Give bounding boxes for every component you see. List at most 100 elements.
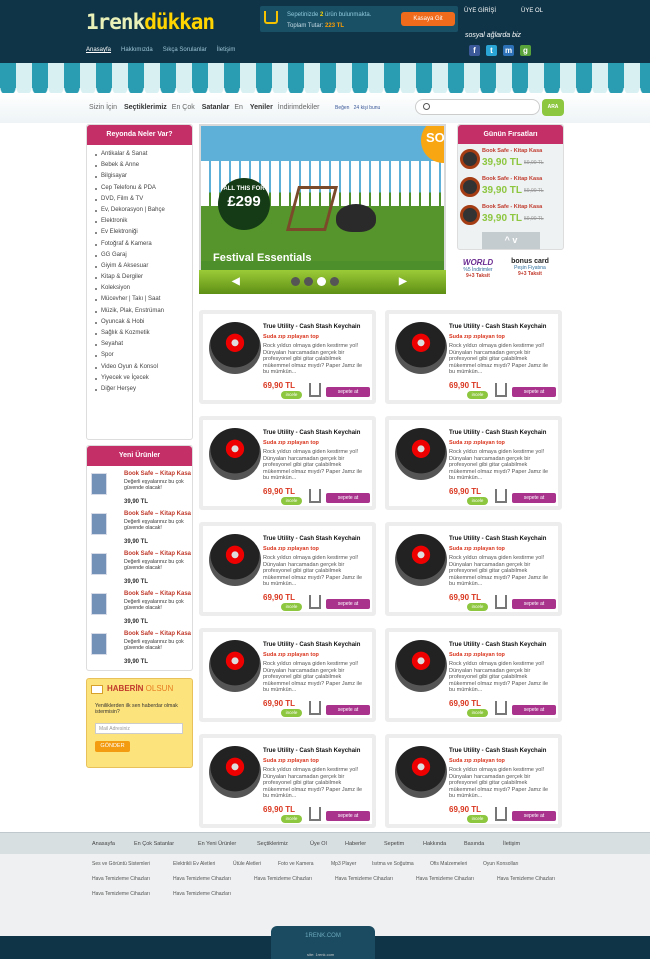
inspect-button[interactable]: incele [281,603,302,611]
cart-icon[interactable] [495,383,507,397]
footer-nav-link[interactable]: Haberler [345,841,366,847]
category-item[interactable]: Ev, Dekorasyon | Bahçe [95,205,192,216]
footer-link[interactable]: Ütüle Aletleri [233,861,261,867]
add-to-cart-button[interactable]: sepete at [326,599,370,609]
footer-link[interactable]: Oyun Konsolları [483,861,519,867]
slider-dot[interactable] [304,277,313,286]
new-product-title[interactable]: Book Safe – Kitap Kasa [124,551,191,557]
product-title[interactable]: True Utility - Cash Stash Keychain [263,536,360,542]
category-item[interactable]: Fotoğraf & Kamera [95,239,192,250]
deal-thumbnail[interactable] [460,177,480,197]
twitter-icon[interactable]: t [486,45,497,56]
category-item[interactable]: Antikalar & Sanat [95,149,192,160]
product-thumbnail[interactable] [91,553,107,575]
inspect-button[interactable]: incele [467,815,488,823]
product-image[interactable] [209,428,261,480]
sub-menu-item[interactable]: Sizin İçin Seçtiklerimiz [89,104,167,111]
new-product-title[interactable]: Book Safe – Kitap Kasa [124,511,191,517]
register-link[interactable]: ÜYE OL [521,8,543,14]
add-to-cart-button[interactable]: sepete at [326,387,370,397]
product-title[interactable]: True Utility - Cash Stash Keychain [263,324,360,330]
deal-title[interactable]: Book Safe - Kitap Kasa [482,148,542,154]
product-title[interactable]: True Utility - Cash Stash Keychain [263,430,360,436]
product-title[interactable]: True Utility - Cash Stash Keychain [263,642,360,648]
add-to-cart-button[interactable]: sepete at [512,493,556,503]
footer-nav-link[interactable]: Seçtiklerimiz [257,841,288,847]
deal-item[interactable]: Book Safe - Kitap Kasa 39,90 TL 59,90 TL [460,203,560,229]
newsletter-email-field[interactable]: Mail Adresiniz [95,723,183,734]
new-product-item[interactable]: Book Safe – Kitap Kasa Değerli eşyalarını… [91,511,195,547]
category-item[interactable]: Giyim & Aksesuar [95,261,192,272]
product-image[interactable] [395,640,447,692]
inspect-button[interactable]: incele [281,709,302,717]
category-item[interactable]: Bebek & Anne [95,160,192,171]
product-thumbnail[interactable] [91,593,107,615]
category-item[interactable]: Ev Elektroniği [95,227,192,238]
product-image[interactable] [209,746,261,798]
category-item[interactable]: Bilgisayar [95,171,192,182]
footer-link[interactable]: Ses ve Görüntü Sistemleri [92,861,150,867]
product-title[interactable]: True Utility - Cash Stash Keychain [449,536,546,542]
category-item[interactable]: GG Garaj [95,250,192,261]
sub-menu-item[interactable]: İndirimdekiler [278,104,325,111]
footer-nav-link[interactable]: En Yeni Ürünler [198,841,236,847]
add-to-cart-button[interactable]: sepete at [512,811,556,821]
category-item[interactable]: Oyuncak & Hobi [95,317,192,328]
add-to-cart-button[interactable]: sepete at [326,811,370,821]
cart-icon[interactable] [309,595,321,609]
category-item[interactable]: Elektronik [95,216,192,227]
add-to-cart-button[interactable]: sepete at [512,599,556,609]
myspace-icon[interactable]: m [503,45,514,56]
sub-menu-item[interactable]: En Yeniler [234,104,272,111]
product-image[interactable] [209,322,261,374]
footer-nav-link[interactable]: Hakkında [423,841,446,847]
inspect-button[interactable]: incele [467,391,488,399]
footer-nav-link[interactable]: Sepetim [384,841,404,847]
cart-icon[interactable] [309,383,321,397]
deal-title[interactable]: Book Safe - Kitap Kasa [482,204,542,210]
new-product-item[interactable]: Book Safe – Kitap Kasa Değerli eşyalarını… [91,631,195,667]
new-product-item[interactable]: Book Safe – Kitap Kasa Değerli eşyalarını… [91,591,195,627]
category-item[interactable]: Koleksiyon [95,283,192,294]
category-item[interactable]: Spor [95,350,192,361]
hero-slider[interactable]: ALL THIS FOR£299 SO O Festival Essential… [199,124,446,294]
deal-title[interactable]: Book Safe - Kitap Kasa [482,176,542,182]
new-product-title[interactable]: Book Safe – Kitap Kasa [124,631,191,637]
cart-icon[interactable] [495,489,507,503]
like-label[interactable]: Beğen [335,105,349,111]
category-item[interactable]: Sağlık & Kozmetik [95,328,192,339]
product-thumbnail[interactable] [91,513,107,535]
deal-item[interactable]: Book Safe - Kitap Kasa 39,90 TL 59,90 TL [460,175,560,201]
category-item[interactable]: Video Oyun & Konsol [95,362,192,373]
inspect-button[interactable]: incele [467,603,488,611]
inspect-button[interactable]: incele [281,497,302,505]
footer-link[interactable]: Isıtma ve Soğutma [372,861,414,867]
cart-icon[interactable] [495,807,507,821]
deals-scroll-arrows[interactable]: ^ v [482,232,540,249]
cart-icon[interactable] [309,701,321,715]
search-button[interactable]: ARA [542,99,564,116]
product-image[interactable] [395,428,447,480]
slider-prev-icon[interactable]: ◀ [232,276,240,287]
slider-dot[interactable] [291,277,300,286]
top-nav-link[interactable]: Sıkça Sorulanlar [163,47,207,53]
footer-brand[interactable]: 1RENK.COM [271,933,375,939]
category-item[interactable]: Müzik, Plak, Enstrüman [95,306,192,317]
category-item[interactable]: Yiyecek ve İçecek [95,373,192,384]
site-logo[interactable]: 1renkdükkan [86,10,215,34]
product-title[interactable]: True Utility - Cash Stash Keychain [263,748,360,754]
bonus-card-promo[interactable]: bonus card Peşin Fiyatına 9+3 Taksit [505,258,555,277]
inspect-button[interactable]: incele [281,391,302,399]
footer-link[interactable]: Hava Temizleme Cihazları [254,876,312,882]
category-item[interactable]: Mücevher | Takı | Saat [95,294,192,305]
category-item[interactable]: Cep Telefonu & PDA [95,183,192,194]
cart-icon[interactable] [495,595,507,609]
category-item[interactable]: Diğer Herşey [95,384,192,395]
footer-link[interactable]: Hava Temizleme Cihazları [92,891,150,897]
sub-menu-item[interactable]: En Çok Satanlar [172,104,230,111]
category-item[interactable]: DVD, Film & TV [95,194,192,205]
product-title[interactable]: True Utility - Cash Stash Keychain [449,642,546,648]
footer-link[interactable]: Foto ve Kamera [278,861,314,867]
product-image[interactable] [395,534,447,586]
new-product-item[interactable]: Book Safe – Kitap Kasa Değerli eşyalarını… [91,551,195,587]
